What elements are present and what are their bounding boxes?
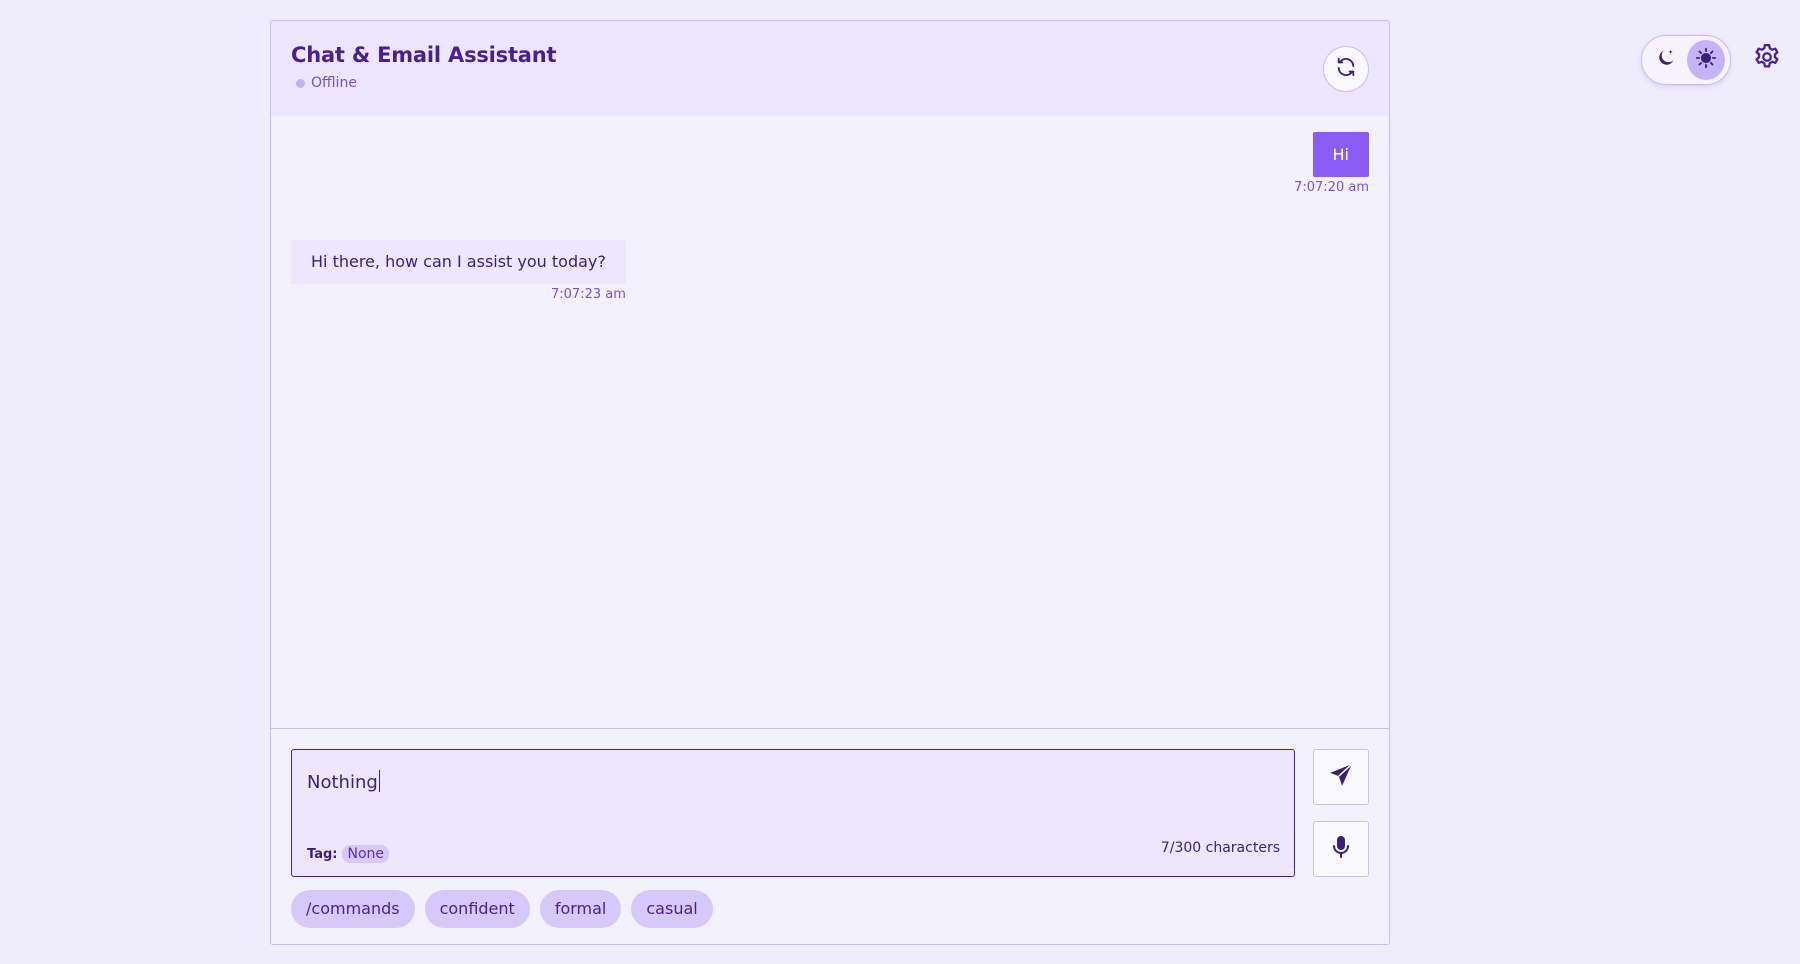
assistant-message-time: 7:07:23 am (551, 287, 626, 302)
refresh-icon (1335, 56, 1357, 82)
chat-panel: Chat & Email Assistant Offline Hi 7:07:2… (270, 20, 1390, 945)
gear-icon (1752, 42, 1782, 76)
microphone-button[interactable] (1313, 821, 1369, 877)
tag-label: Tag: (307, 846, 338, 862)
page: Chat & Email Assistant Offline Hi 7:07:2… (0, 0, 1800, 964)
send-icon (1328, 762, 1354, 792)
message-input[interactable]: Nothing Tag: None 7/300 characters (291, 749, 1295, 877)
send-button[interactable] (1313, 749, 1369, 805)
microphone-icon (1329, 835, 1353, 863)
status-indicator: Offline (291, 75, 1369, 91)
text-caret (378, 770, 380, 792)
theme-toggle (1641, 35, 1731, 85)
message-input-text[interactable]: Nothing (307, 770, 380, 793)
tag-row: Tag: None (307, 845, 389, 863)
dark-mode-button[interactable] (1647, 40, 1685, 80)
quick-action-formal[interactable]: formal (539, 890, 622, 928)
user-message-bubble: Hi (1312, 132, 1369, 177)
assistant-message: Hi there, how can I assist you today? 7:… (291, 240, 626, 302)
light-mode-button[interactable] (1687, 40, 1725, 80)
assistant-message-bubble: Hi there, how can I assist you today? (291, 240, 626, 284)
user-message-time: 7:07:20 am (1294, 180, 1369, 195)
chat-header: Chat & Email Assistant Offline (271, 21, 1389, 116)
message-list: Hi 7:07:20 am Hi there, how can I assist… (271, 116, 1389, 729)
refresh-button[interactable] (1323, 46, 1369, 92)
status-text: Offline (311, 75, 357, 91)
moon-icon (1655, 47, 1677, 73)
chat-title: Chat & Email Assistant (291, 43, 557, 67)
sun-icon (1695, 47, 1717, 73)
quick-action-confident[interactable]: confident (424, 890, 530, 928)
status-dot (296, 78, 305, 88)
user-message: Hi 7:07:20 am (1294, 132, 1369, 195)
character-counter: 7/300 characters (1160, 840, 1280, 856)
settings-button[interactable] (1750, 42, 1784, 76)
quick-action-casual[interactable]: casual (631, 890, 713, 928)
quick-action-commands[interactable]: /commands (291, 890, 415, 928)
tag-badge[interactable]: None (342, 845, 389, 863)
composer: Nothing Tag: None 7/300 characters /comm… (271, 729, 1389, 944)
quick-actions: /commands confident formal casual (291, 890, 713, 928)
